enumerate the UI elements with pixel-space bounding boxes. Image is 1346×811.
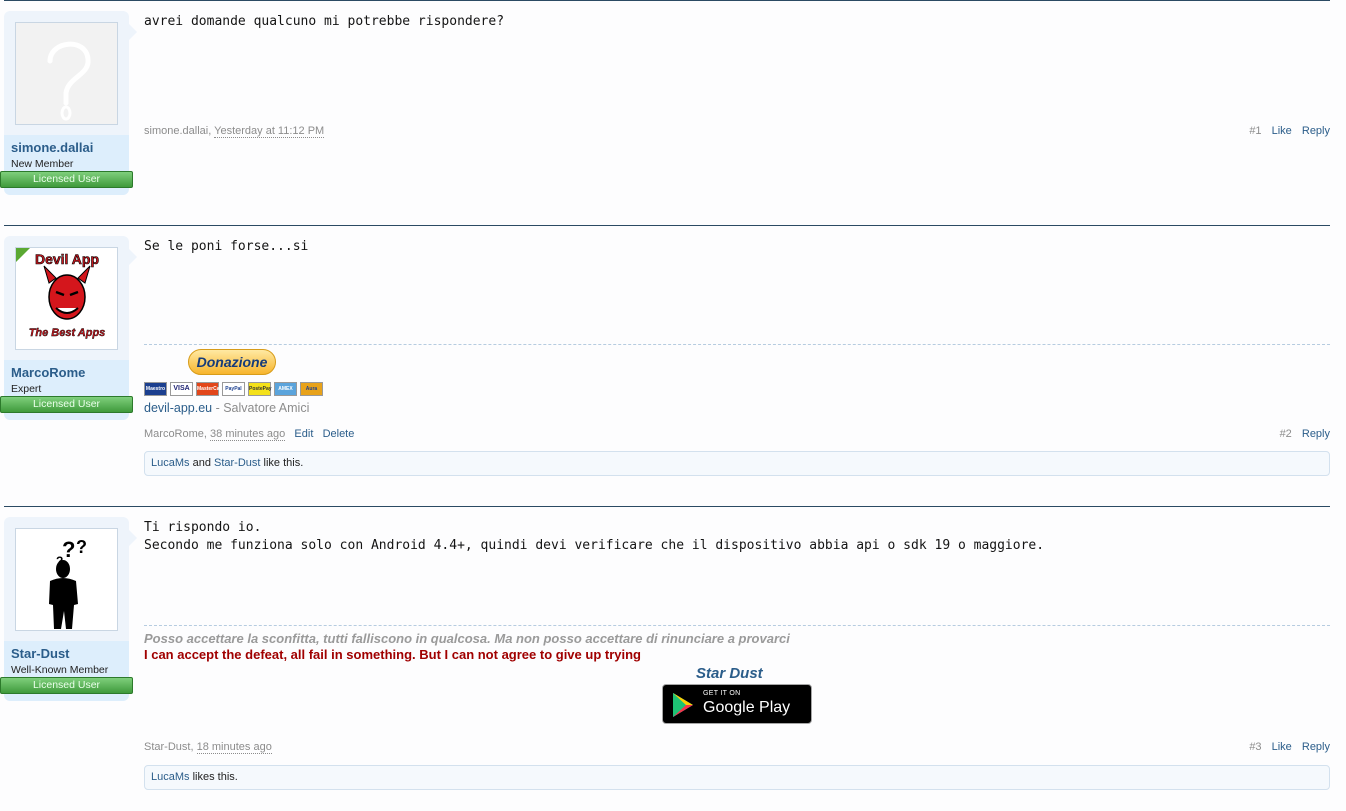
author-link[interactable]: simone.dallai	[144, 125, 208, 137]
user-details: simone.dallai New Member Licensed User	[0, 135, 133, 195]
signature-site: devil-app.eu - Salvatore Amici	[144, 401, 309, 415]
site-owner: - Salvatore Amici	[212, 401, 310, 415]
user-details: MarcoRome Expert Licensed User	[0, 360, 133, 420]
visa-card-icon: VISA	[170, 382, 193, 396]
signature-name: Star Dust	[696, 665, 763, 682]
message-text: Ti rispondo io. Secondo me funziona solo…	[144, 519, 1044, 555]
post-meta: MarcoRome, 38 minutes ago Edit Delete	[144, 428, 355, 441]
likes-summary: LucaMs and Star-Dust like this.	[144, 451, 1330, 476]
likes-and: and	[189, 457, 214, 469]
reply-button[interactable]: Reply	[1302, 741, 1330, 753]
post-2: Devil App The Best Apps MarcoRome Expert…	[0, 225, 1330, 506]
post-number[interactable]: #2	[1280, 428, 1292, 440]
author-link[interactable]: Star-Dust	[144, 741, 190, 753]
reply-button[interactable]: Reply	[1302, 125, 1330, 137]
silhouette-avatar-icon: ? ? ?	[49, 537, 87, 629]
avatar-container: Devil App The Best Apps	[4, 236, 129, 360]
username-link[interactable]: MarcoRome	[11, 365, 85, 380]
licensed-user-badge: Licensed User	[0, 396, 133, 413]
aura-card-icon: Aura	[300, 382, 323, 396]
likes-suffix: likes this.	[189, 771, 238, 783]
gplay-big-text: Google Play	[703, 699, 791, 716]
signature-divider	[144, 625, 1330, 626]
like-user-link[interactable]: LucaMs	[151, 771, 190, 783]
user-title: New Member	[11, 158, 74, 170]
post-number[interactable]: #1	[1249, 125, 1261, 137]
signature-quote-english: I can accept the defeat, all fail in som…	[144, 647, 641, 662]
post-meta: simone.dallai, Yesterday at 11:12 PM	[144, 125, 325, 138]
message-text: Se le poni forse...si	[144, 238, 308, 256]
like-user-link[interactable]: Star-Dust	[214, 457, 260, 469]
signature-divider	[144, 344, 1330, 345]
edit-button[interactable]: Edit	[294, 428, 313, 440]
licensed-user-badge: Licensed User	[0, 171, 133, 188]
post-controls: #2 Reply	[1273, 428, 1330, 440]
mastercard-icon: MasterCard	[196, 382, 225, 396]
svg-text:?: ?	[76, 537, 87, 557]
like-button[interactable]: Like	[1272, 125, 1292, 137]
payment-cards: Maestro VISA MasterCard PayPal PostePay …	[144, 382, 323, 396]
postepay-card-icon: PostePay	[248, 382, 272, 396]
default-avatar-icon	[47, 41, 91, 121]
delete-button[interactable]: Delete	[323, 428, 355, 440]
signature-quote-italian: Posso accettare la sconfitta, tutti fall…	[144, 631, 790, 646]
username-link[interactable]: simone.dallai	[11, 140, 93, 155]
post-date[interactable]: 38 minutes ago	[210, 428, 286, 441]
message-text: avrei domande qualcuno mi potrebbe rispo…	[144, 13, 504, 31]
avatar[interactable]: Devil App The Best Apps	[15, 247, 118, 350]
likes-summary: LucaMs likes this.	[144, 765, 1330, 790]
post-controls: #3 Like Reply	[1242, 741, 1330, 753]
speech-arrow	[129, 24, 137, 40]
post-meta: Star-Dust, 18 minutes ago	[144, 741, 272, 754]
donate-button[interactable]: Donazione	[188, 349, 276, 375]
message-line: Se le poni forse...si	[144, 239, 309, 254]
site-link[interactable]: devil-app.eu	[144, 401, 212, 415]
avatar-text-bottom: The Best Apps	[29, 327, 106, 339]
speech-arrow	[129, 530, 137, 546]
username-link[interactable]: Star-Dust	[11, 646, 70, 661]
post-3: ? ? ? Star-Dust Well-Known Member Licens…	[0, 506, 1330, 811]
avatar-container: ? ? ?	[4, 517, 129, 641]
post-controls: #1 Like Reply	[1242, 125, 1330, 137]
like-user-link[interactable]: LucaMs	[151, 457, 190, 469]
gplay-small-text: GET IT ON	[703, 690, 741, 697]
avatar-text-top: Devil App	[35, 251, 99, 267]
maestro-card-icon: Maestro	[144, 382, 167, 396]
message-line: Secondo me funziona solo con Android 4.4…	[144, 538, 1045, 553]
licensed-user-badge: Licensed User	[0, 677, 133, 694]
author-link[interactable]: MarcoRome	[144, 428, 204, 440]
message-line: Ti rispondo io.	[144, 520, 262, 535]
svg-text:?: ?	[62, 537, 75, 562]
user-title: Well-Known Member	[11, 664, 109, 676]
amex-card-icon: AMEX	[274, 382, 297, 396]
reply-button[interactable]: Reply	[1302, 428, 1330, 440]
avatar[interactable]	[15, 22, 118, 125]
user-title: Expert	[11, 383, 42, 395]
speech-arrow	[129, 249, 137, 265]
like-button[interactable]: Like	[1272, 741, 1292, 753]
google-play-icon	[673, 693, 693, 717]
paypal-card-icon: PayPal	[222, 382, 245, 396]
post-date[interactable]: 18 minutes ago	[196, 741, 272, 754]
post-number[interactable]: #3	[1249, 741, 1261, 753]
post-1: simone.dallai New Member Licensed User a…	[0, 0, 1330, 225]
user-details: Star-Dust Well-Known Member Licensed Use…	[0, 641, 133, 701]
google-play-badge[interactable]: GET IT ON Google Play	[662, 684, 812, 724]
avatar[interactable]: ? ? ?	[15, 528, 118, 631]
message-line: avrei domande qualcuno mi potrebbe rispo…	[144, 14, 505, 29]
devil-app-logo-icon: Devil App The Best Apps	[16, 248, 106, 339]
post-date[interactable]: Yesterday at 11:12 PM	[214, 125, 325, 138]
likes-suffix: like this.	[260, 457, 304, 469]
avatar-container	[4, 11, 129, 135]
